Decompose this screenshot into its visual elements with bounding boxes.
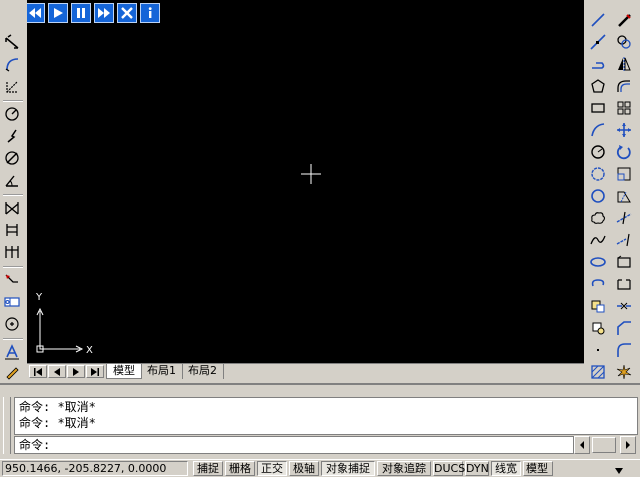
toolbar-separator (3, 338, 23, 340)
ellipse-icon[interactable] (588, 252, 608, 272)
command-window: 命令: *取消* 命令: *取消* 命令: (0, 383, 640, 460)
center-mark-icon[interactable] (2, 314, 22, 334)
radius-dimension-icon[interactable] (2, 104, 22, 124)
next-tab-button[interactable] (67, 365, 85, 378)
arc-dimension-icon[interactable] (2, 54, 22, 74)
ucs-y-label: Y (36, 292, 43, 303)
cloud-icon[interactable] (588, 208, 608, 228)
tolerance-icon[interactable] (2, 292, 22, 312)
tab-model[interactable]: 模型 (106, 364, 142, 379)
polygon-icon[interactable] (588, 76, 608, 96)
play-icon[interactable] (48, 3, 68, 23)
pencil-edit-icon[interactable] (2, 362, 22, 382)
construction-line-icon[interactable] (588, 32, 608, 52)
extend-icon[interactable] (614, 230, 634, 250)
object-tracking-toggle[interactable]: 对象追踪 (377, 461, 431, 476)
layout-tab-strip: 模型 布局1 布局2 (27, 363, 584, 380)
insert-block-icon[interactable] (588, 296, 608, 316)
info-icon[interactable] (140, 3, 160, 23)
close-icon[interactable] (117, 3, 137, 23)
scroll-thumb[interactable] (592, 437, 616, 453)
fast-forward-icon[interactable] (94, 3, 114, 23)
ortho-toggle[interactable]: 正交 (257, 461, 287, 476)
move-icon[interactable] (614, 120, 634, 140)
status-bar: 950.1466, -205.8227, 0.0000 捕捉 栅格 正交 极轴 … (0, 459, 640, 476)
copy-icon[interactable] (614, 32, 634, 52)
ucs-icon (36, 307, 84, 353)
toolbar-separator (3, 266, 23, 268)
erase-icon[interactable] (614, 10, 634, 30)
chamfer-icon[interactable] (614, 318, 634, 338)
offset-icon[interactable] (614, 76, 634, 96)
rectangle-icon[interactable] (588, 98, 608, 118)
command-history: 命令: *取消* 命令: *取消* (14, 397, 638, 435)
dimension-text-edit-icon[interactable] (2, 342, 22, 362)
scale-icon[interactable] (614, 164, 634, 184)
coordinate-readout[interactable]: 950.1466, -205.8227, 0.0000 (2, 461, 188, 476)
explode-icon[interactable] (614, 362, 634, 382)
revision-cloud-icon[interactable] (588, 164, 608, 184)
curve-icon[interactable] (588, 230, 608, 250)
rewind-icon[interactable] (27, 3, 45, 23)
last-tab-button[interactable] (86, 365, 104, 378)
polyline-icon[interactable] (588, 54, 608, 74)
mirror-icon[interactable] (614, 54, 634, 74)
first-tab-button[interactable] (29, 365, 47, 378)
dyn-toggle[interactable]: DYN (465, 461, 489, 476)
tab-layout1[interactable]: 布局1 (141, 364, 183, 379)
status-menu-arrow-icon[interactable] (615, 464, 623, 477)
ucs-x-label: X (86, 345, 93, 356)
quick-dimension-icon[interactable] (2, 198, 22, 218)
fillet-icon[interactable] (614, 340, 634, 360)
stretch-icon[interactable] (614, 186, 634, 206)
ordinate-dimension-icon[interactable] (2, 77, 22, 97)
jogged-dimension-icon[interactable] (2, 126, 22, 146)
baseline-dimension-icon[interactable] (2, 220, 22, 240)
trim-icon[interactable] (614, 208, 634, 228)
make-block-icon[interactable] (588, 318, 608, 338)
break-at-point-icon[interactable] (614, 252, 634, 272)
right-toolbars (585, 0, 640, 383)
left-toolbar (0, 0, 26, 383)
object-snap-toggle[interactable]: 对象捕捉 (321, 461, 375, 476)
drawing-canvas[interactable]: Y X (27, 0, 584, 363)
hatch-icon[interactable] (588, 362, 608, 382)
angular-dimension-icon[interactable] (2, 170, 22, 190)
pause-icon[interactable] (71, 3, 91, 23)
line-icon[interactable] (588, 10, 608, 30)
lineweight-toggle[interactable]: 线宽 (491, 461, 521, 476)
circle-icon[interactable] (588, 142, 608, 162)
crosshair-cursor (301, 164, 321, 184)
diameter-dimension-icon[interactable] (2, 148, 22, 168)
toolbar-separator (3, 100, 23, 102)
scroll-left-button[interactable] (574, 436, 590, 454)
tab-layout2[interactable]: 布局2 (182, 364, 224, 379)
array-icon[interactable] (614, 98, 634, 118)
continue-dimension-icon[interactable] (2, 242, 22, 262)
spline-icon[interactable] (588, 186, 608, 206)
command-window-grip[interactable] (3, 397, 11, 454)
arc-icon[interactable] (588, 120, 608, 140)
ellipse-arc-icon[interactable] (588, 274, 608, 294)
command-history-line: 命令: *取消* (19, 400, 96, 414)
linear-dimension-icon[interactable] (2, 32, 22, 52)
previous-tab-button[interactable] (48, 365, 66, 378)
break-icon[interactable] (614, 274, 634, 294)
scroll-right-button[interactable] (620, 436, 636, 454)
leader-icon[interactable] (2, 270, 22, 290)
command-input[interactable]: 命令: (14, 436, 574, 454)
command-horizontal-scrollbar[interactable] (574, 436, 638, 454)
rotate-icon[interactable] (614, 142, 634, 162)
snap-toggle[interactable]: 捕捉 (193, 461, 223, 476)
polar-toggle[interactable]: 极轴 (289, 461, 319, 476)
grid-toggle[interactable]: 栅格 (225, 461, 255, 476)
command-history-line: 命令: *取消* (19, 416, 96, 430)
join-icon[interactable] (614, 296, 634, 316)
ducs-toggle[interactable]: DUCS (433, 461, 465, 476)
model-space-toggle[interactable]: 模型 (523, 461, 553, 476)
toolbar-separator (3, 194, 23, 196)
point-icon[interactable] (588, 340, 608, 360)
command-prompt: 命令: (19, 438, 51, 452)
